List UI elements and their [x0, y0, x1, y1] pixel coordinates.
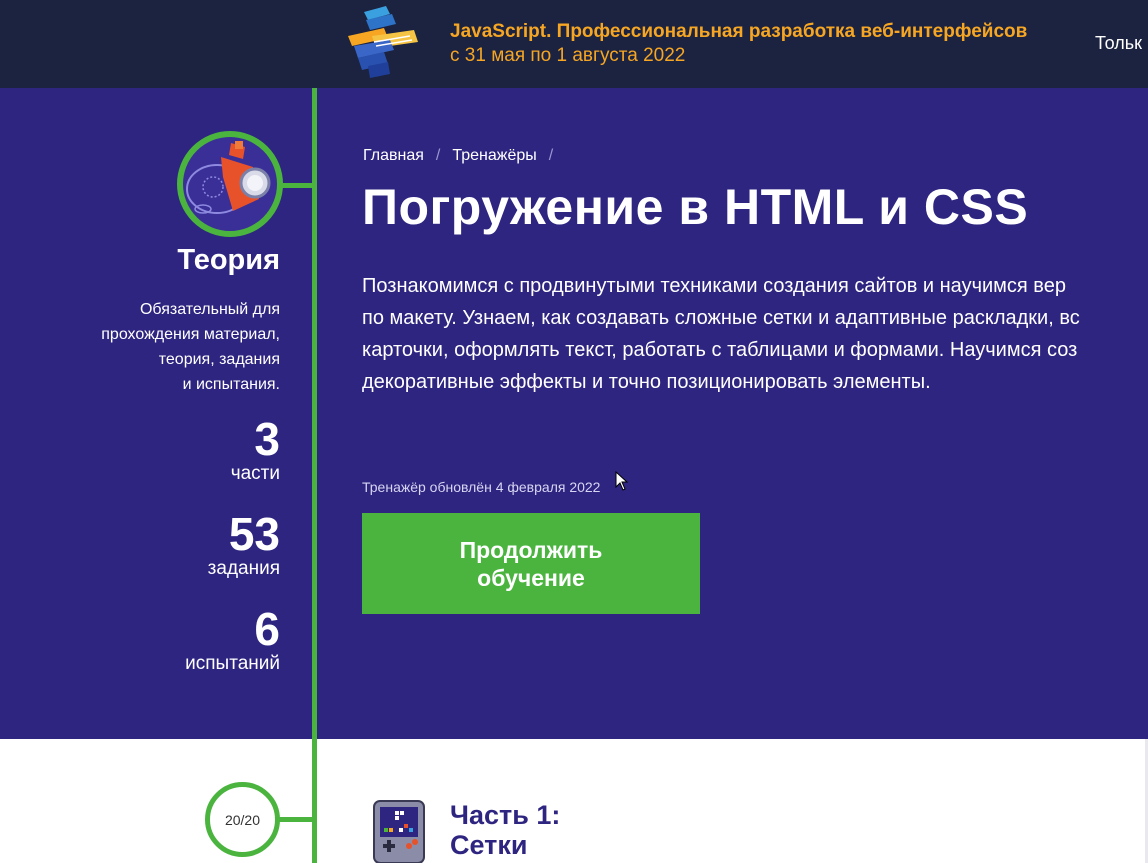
stat-parts-value: 3 — [254, 413, 280, 465]
banner-right-text[interactable]: Тольк — [1095, 33, 1142, 54]
timeline-line — [312, 88, 317, 863]
theory-badge — [177, 131, 283, 237]
stat-trials-label: испытаний — [185, 653, 280, 674]
sidebar-description: Обязательный для прохождения материал, т… — [101, 301, 280, 393]
stat-parts-label: части — [230, 463, 280, 484]
mouse-cursor-icon — [615, 471, 629, 491]
page-title: Погружение в HTML и CSS — [362, 179, 1029, 235]
parts-section — [0, 739, 1148, 863]
updated-date: Тренажёр обновлён 4 февраля 2022 — [362, 479, 601, 495]
timeline-connector — [274, 817, 314, 822]
part-progress-badge: 20/20 — [205, 782, 280, 857]
cta-line2: обучение — [477, 564, 585, 591]
submarine-icon — [186, 141, 271, 214]
page-description: Познакомимся с продвинутыми техниками со… — [362, 275, 1080, 393]
banner-title: JavaScript. Профессиональная разработка … — [450, 21, 1028, 42]
continue-learning-button[interactable]: Продолжить обучение — [362, 513, 700, 614]
game-console-icon — [373, 800, 425, 863]
breadcrumb-separator: / — [548, 147, 554, 164]
stat-tasks-label: задания — [207, 558, 280, 579]
breadcrumb: Главная / Тренажёры / — [363, 147, 565, 165]
stat-trials-value: 6 — [254, 603, 280, 655]
cta-line1: Продолжить — [459, 536, 603, 563]
sidebar-title: Теория — [177, 244, 280, 276]
breadcrumb-separator: / — [435, 147, 441, 164]
course-banner[interactable]: JavaScript. Профессиональная разработка … — [0, 0, 1148, 88]
stacked-layers-logo-icon — [348, 6, 418, 78]
part-title[interactable]: Часть 1: Сетки — [450, 800, 560, 860]
breadcrumb-home[interactable]: Главная — [363, 147, 424, 164]
breadcrumb-trainers[interactable]: Тренажёры — [452, 147, 536, 164]
banner-dates: с 31 мая по 1 августа 2022 — [450, 45, 686, 66]
stat-tasks-value: 53 — [228, 508, 280, 560]
